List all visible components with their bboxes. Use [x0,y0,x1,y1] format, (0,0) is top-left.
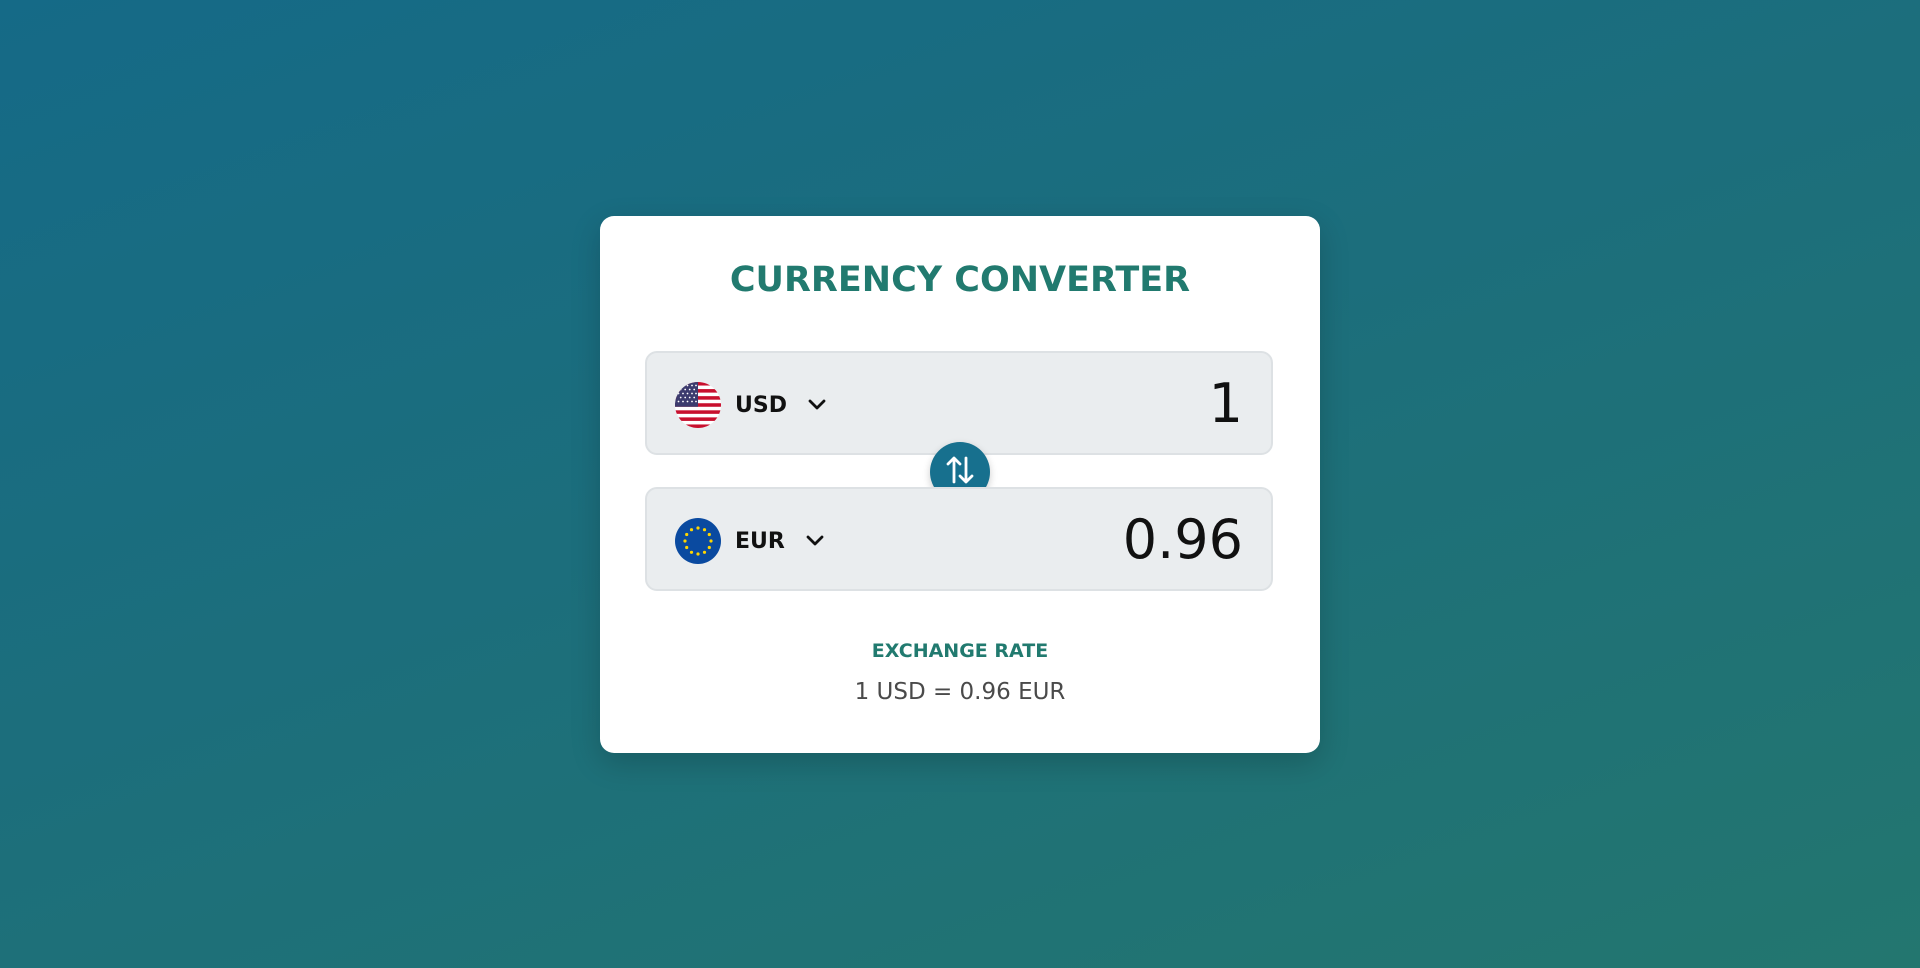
to-currency-panel: EUR [645,487,1273,591]
chevron-down-icon [805,531,825,551]
exchange-rate-label: EXCHANGE RATE [871,640,1049,662]
to-amount-output[interactable] [943,503,1243,575]
to-currency-code: EUR [735,528,785,554]
from-currency-panel: USD [645,351,1273,455]
swap-arrows-icon [945,454,975,490]
from-currency-code: USD [735,392,787,418]
chevron-down-icon [807,395,827,415]
us-flag-icon [675,382,721,428]
page-title: CURRENCY CONVERTER [729,260,1191,300]
from-currency-select[interactable]: USD [735,381,827,429]
eu-flag-icon [675,518,721,564]
exchange-rate-value: 1 USD = 0.96 EUR [854,679,1066,705]
to-currency-select[interactable]: EUR [735,517,825,565]
converter-card: CURRENCY CONVERTER USD 1 EUR 0.96 EXCHAN… [600,216,1320,753]
from-amount-input[interactable] [943,367,1243,439]
